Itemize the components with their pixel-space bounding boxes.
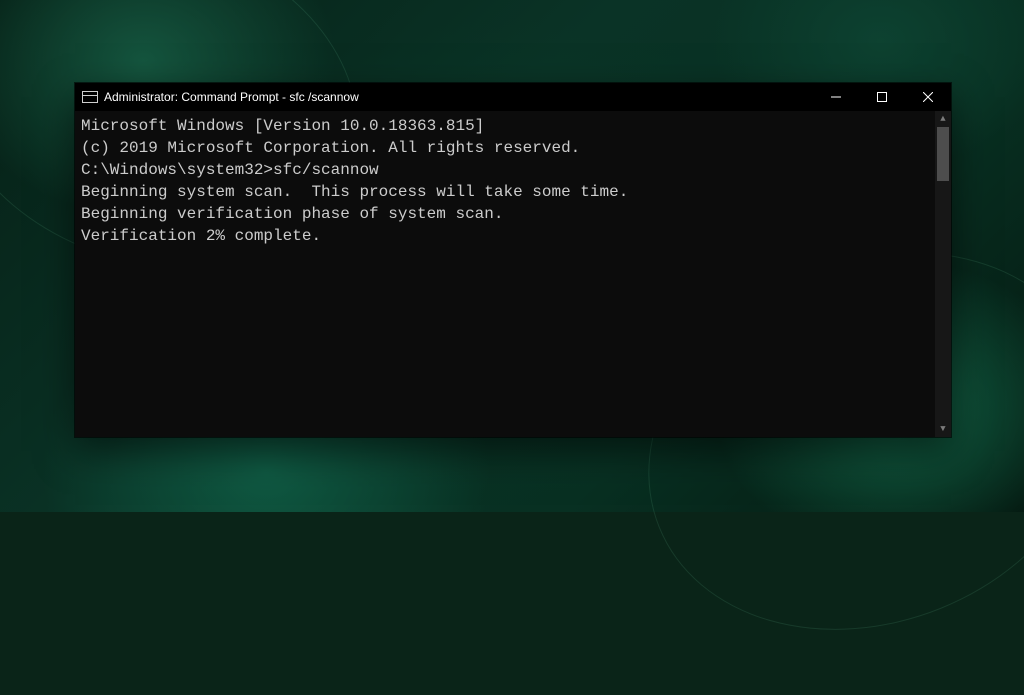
terminal-line: Verification 2% complete.: [81, 225, 947, 247]
vertical-scrollbar[interactable]: ▲ ▼: [935, 111, 951, 437]
scrollbar-thumb[interactable]: [937, 127, 949, 181]
window-controls: [813, 83, 951, 111]
terminal-line: (c) 2019 Microsoft Corporation. All righ…: [81, 137, 947, 159]
maximize-icon: [877, 92, 887, 102]
minimize-button[interactable]: [813, 83, 859, 111]
minimize-icon: [831, 92, 841, 102]
scroll-up-arrow-icon[interactable]: ▲: [935, 111, 951, 127]
terminal-line: Microsoft Windows [Version 10.0.18363.81…: [81, 115, 947, 137]
terminal-line: Beginning system scan. This process will…: [81, 181, 947, 203]
scroll-down-arrow-icon[interactable]: ▼: [935, 421, 951, 437]
terminal-line: C:\Windows\system32>sfc/scannow: [81, 159, 947, 181]
command-prompt-icon: [82, 91, 98, 103]
close-button[interactable]: [905, 83, 951, 111]
titlebar[interactable]: Administrator: Command Prompt - sfc /sca…: [75, 83, 951, 111]
terminal-body[interactable]: Microsoft Windows [Version 10.0.18363.81…: [75, 111, 951, 437]
maximize-button[interactable]: [859, 83, 905, 111]
terminal-line: Beginning verification phase of system s…: [81, 203, 947, 225]
command-prompt-window: Administrator: Command Prompt - sfc /sca…: [75, 83, 951, 437]
window-title: Administrator: Command Prompt - sfc /sca…: [104, 83, 359, 111]
close-icon: [923, 92, 933, 102]
